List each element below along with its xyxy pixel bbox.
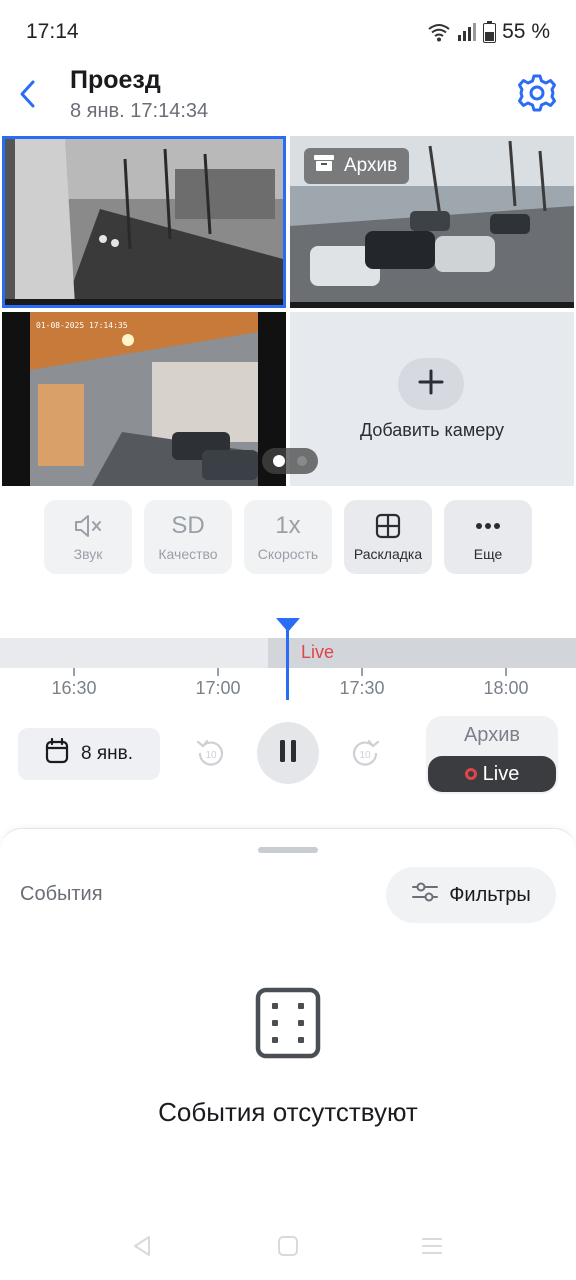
camera-tile-1[interactable]: [2, 136, 286, 308]
timeline-tick-label: 18:00: [483, 678, 529, 698]
pause-icon: [278, 739, 298, 768]
quality-value: SD: [171, 512, 205, 539]
signal-icon: [457, 23, 477, 41]
timeline-tick-label: 16:30: [51, 678, 97, 698]
timeline-tick-label: 17:30: [339, 678, 385, 698]
status-time: 17:14: [26, 20, 79, 43]
status-right: 55 %: [427, 20, 550, 44]
quality-label: Качество: [158, 546, 218, 562]
add-camera-tile[interactable]: Добавить камеру: [290, 312, 574, 486]
forward-10-icon: 10: [352, 739, 380, 766]
page-dot-1[interactable]: [273, 455, 285, 467]
timeline-cursor[interactable]: [286, 624, 289, 700]
filters-sliders-icon: [411, 880, 439, 910]
timeline-tick: [361, 668, 363, 676]
timeline[interactable]: Live 16:30 17:00 17:30 18:00: [0, 610, 576, 706]
page-indicator[interactable]: [262, 448, 318, 474]
more-dots-icon: [475, 512, 501, 540]
archive-box-icon: [314, 154, 334, 178]
rewind-10-button[interactable]: 10: [194, 736, 228, 770]
timeline-tick: [73, 668, 75, 676]
camera-tile-3[interactable]: 01-08-2025 17:14:35: [2, 312, 286, 486]
live-dot-icon: [464, 768, 477, 780]
status-bar: 17:14 55 %: [0, 0, 576, 66]
plus-icon: [417, 368, 445, 401]
system-nav-bar: [0, 1218, 576, 1274]
speed-button[interactable]: 1x Скорость: [244, 500, 332, 574]
camera-feed-1: [5, 139, 283, 305]
filters-label: Фильтры: [449, 883, 531, 906]
speaker-muted-icon: [73, 512, 103, 540]
rewind-10-icon: 10: [196, 739, 224, 766]
more-label: Еще: [473, 546, 503, 562]
player-controls: Звук SD Качество 1x Скорость Раскладка Е…: [44, 500, 534, 576]
mode-live-label: Live: [482, 762, 520, 785]
forward-seconds: 10: [359, 750, 371, 761]
nav-recents-icon[interactable]: [420, 1234, 444, 1258]
camera-tile-2[interactable]: Архив: [290, 136, 574, 308]
page-subtitle: 8 янв. 17:14:34: [70, 100, 209, 122]
sheet-drag-handle[interactable]: [258, 847, 318, 853]
battery-icon: [483, 21, 497, 43]
layout-button[interactable]: Раскладка: [344, 500, 432, 574]
speed-value: 1x: [275, 512, 301, 539]
wifi-icon: [427, 22, 451, 42]
pause-button[interactable]: [257, 722, 319, 784]
battery-percent: 55 %: [502, 20, 550, 43]
nav-home-icon[interactable]: [276, 1234, 300, 1258]
events-empty-text: События отсутствуют: [158, 1097, 418, 1127]
film-strip-icon: [255, 987, 321, 1059]
header: Проезд 8 янв. 17:14:34: [0, 60, 576, 130]
sound-button[interactable]: Звук: [44, 500, 132, 574]
more-button[interactable]: Еще: [444, 500, 532, 574]
mode-switch[interactable]: Архив Live: [426, 716, 558, 794]
sound-label: Звук: [73, 546, 103, 562]
timeline-live-label: Live: [301, 642, 335, 662]
layout-label: Раскладка: [353, 546, 423, 562]
mode-live-option[interactable]: Live: [428, 756, 556, 792]
timeline-tick: [505, 668, 507, 676]
filters-button[interactable]: Фильтры: [386, 867, 556, 923]
archive-badge-label: Архив: [344, 155, 398, 176]
timeline-tick-label: 17:00: [195, 678, 241, 698]
page-title: Проезд: [70, 66, 161, 94]
quality-button[interactable]: SD Качество: [144, 500, 232, 574]
mode-archive-option[interactable]: Архив: [426, 724, 558, 747]
layout-grid-icon: [375, 512, 401, 540]
add-camera-button[interactable]: [398, 358, 464, 410]
cam3-timestamp: 01-08-2025 17:14:35: [36, 321, 128, 330]
archive-badge: Архив: [304, 148, 410, 184]
nav-back-icon[interactable]: [130, 1234, 154, 1258]
events-sheet: События Фильтры События отсутствуют: [0, 828, 576, 1280]
timeline-archive-track[interactable]: [0, 638, 268, 668]
camera-grid: Архив 01-08-2025 17:14:35 Добавить камер…: [0, 134, 576, 486]
camera-feed-3: 01-08-2025 17:14:35: [2, 312, 286, 486]
add-camera-label: Добавить камеру: [359, 420, 505, 440]
date-label: 8 янв.: [81, 743, 133, 764]
calendar-icon: [45, 737, 69, 770]
events-title: События: [20, 883, 103, 905]
rewind-seconds: 10: [205, 750, 217, 761]
timeline-tick: [217, 668, 219, 676]
back-arrow-icon[interactable]: [12, 74, 42, 114]
forward-10-button[interactable]: 10: [348, 736, 382, 770]
speed-label: Скорость: [257, 546, 319, 562]
page-dot-2[interactable]: [297, 456, 307, 466]
settings-gear-icon[interactable]: [516, 72, 558, 114]
date-picker-button[interactable]: 8 янв.: [18, 728, 160, 780]
